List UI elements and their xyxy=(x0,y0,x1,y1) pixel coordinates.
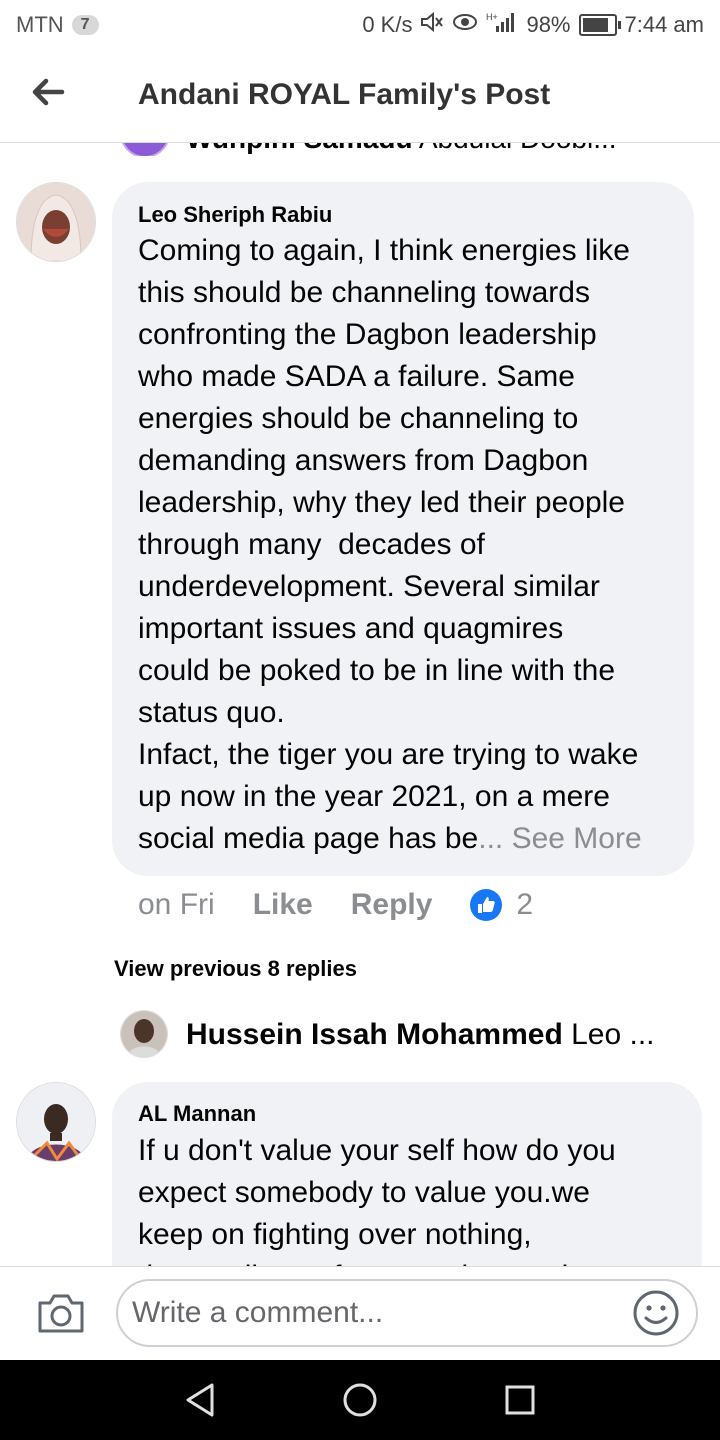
cut-off-reply-preview: Abdulai Doobi... xyxy=(419,143,617,154)
comment-input[interactable] xyxy=(116,1279,698,1347)
system-nav-bar xyxy=(0,1360,720,1440)
reply-preview[interactable]: Hussein Issah Mohammed Leo ... xyxy=(186,1018,655,1052)
comment-bar xyxy=(0,1266,720,1361)
comment-actions: on Fri Like Reply 2 xyxy=(138,888,533,922)
nav-recents-icon[interactable] xyxy=(504,1384,536,1416)
comment-time[interactable]: on Fri xyxy=(138,888,215,922)
clock: 7:44 am xyxy=(624,12,705,37)
reply-button[interactable]: Reply xyxy=(351,888,433,922)
comment-author[interactable]: AL Mannan xyxy=(138,1101,256,1127)
network-speed: 0 K/s xyxy=(362,12,413,37)
notification-badge: 7 xyxy=(71,15,99,35)
signal-icon: H+ xyxy=(486,11,518,39)
cut-off-reply-name: Wunpini Samadu xyxy=(186,143,413,154)
avatar[interactable] xyxy=(16,182,96,262)
mute-icon xyxy=(420,11,444,39)
nav-back-icon[interactable] xyxy=(184,1382,216,1418)
comment-author[interactable]: Leo Sheriph Rabiu xyxy=(138,202,332,228)
cut-off-reply[interactable]: Wunpini Samadu Abdulai Doobi... xyxy=(186,143,720,157)
eye-icon xyxy=(452,12,478,38)
thumbs-up-icon xyxy=(470,889,503,921)
view-previous-replies-link[interactable]: View previous 8 replies xyxy=(114,956,357,982)
see-more-link[interactable]: ... See More xyxy=(478,822,641,855)
battery-icon xyxy=(578,14,621,36)
page-title: Andani ROYAL Family's Post xyxy=(138,78,551,111)
comment-text: If u don't value your self how do you ex… xyxy=(138,1134,616,1266)
app-header: Andani ROYAL Family's Post xyxy=(0,50,720,143)
status-bar: MTN 7 0 K/s H+ 98% 7:44 am xyxy=(0,0,720,50)
svg-text:H+: H+ xyxy=(486,12,498,22)
carrier-label: MTN xyxy=(16,12,64,37)
reply-preview-name: Hussein Issah Mohammed xyxy=(186,1018,563,1051)
comment-text: Coming to again, I think energies like t… xyxy=(138,230,688,860)
like-count[interactable]: 2 xyxy=(516,888,533,922)
back-arrow-icon[interactable] xyxy=(28,72,68,112)
camera-icon[interactable] xyxy=(36,1291,86,1335)
battery-percent: 98% xyxy=(526,12,571,37)
avatar[interactable] xyxy=(16,1082,96,1162)
reply-avatar[interactable] xyxy=(120,1010,168,1058)
comment-body: Coming to again, I think energies like t… xyxy=(138,234,639,855)
like-button[interactable]: Like xyxy=(253,888,313,922)
reply-preview-text: Leo ... xyxy=(571,1018,655,1051)
nav-home-icon[interactable] xyxy=(342,1382,378,1418)
emoji-icon[interactable] xyxy=(632,1289,680,1337)
